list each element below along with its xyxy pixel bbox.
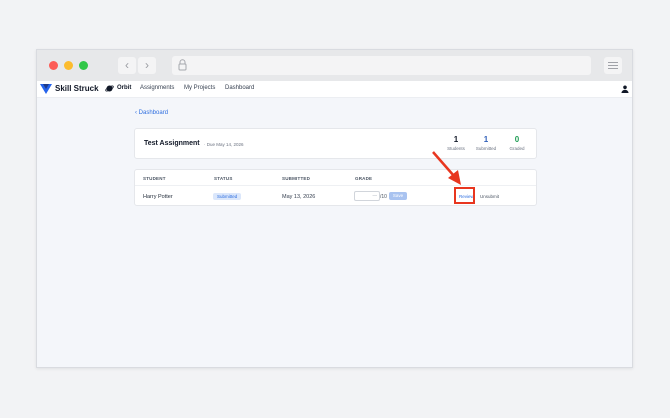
column-header-submitted: SUBMITTED [282,176,311,181]
close-window-button[interactable] [49,61,58,70]
assignment-title: Test Assignment [144,140,200,147]
chevron-right-icon: › [145,58,149,72]
column-header-status: STATUS [214,176,233,181]
nav-link-assignments[interactable]: Assignments [140,85,174,91]
nav-link-my-projects[interactable]: My Projects [184,85,215,91]
stat-submitted-value: 1 [483,135,489,144]
submitted-date: May 13, 2026 [282,194,316,200]
save-grade-button[interactable]: Save [389,192,407,200]
user-icon[interactable] [621,85,629,93]
grade-input[interactable]: — [354,191,380,201]
breadcrumb-dashboard-link[interactable]: Dashboard [139,110,168,116]
orbit-icon [105,85,114,92]
app-navbar: Skill Struck Orbit Assignments My Projec… [37,81,632,98]
browser-menu-button[interactable] [604,57,622,74]
product-name[interactable]: Orbit [117,85,131,91]
annotation-highlight-box [454,187,475,204]
unsubmit-link[interactable]: Unsubmit [480,194,499,199]
browser-forward-button[interactable]: › [138,57,156,74]
stat-submitted-label: Submitted [475,146,497,151]
maximize-window-button[interactable] [79,61,88,70]
stat-students-value: 1 [453,135,459,144]
nav-link-dashboard[interactable]: Dashboard [225,85,254,91]
table-divider [135,185,536,186]
stat-graded: 0 Graded [502,135,532,153]
column-header-student: STUDENT [143,176,166,181]
grade-max: /10 [380,194,387,200]
brand-name[interactable]: Skill Struck [55,84,99,93]
status-badge: Submitted [213,193,242,200]
assignment-due-date: · Due May 14, 2026 [204,142,244,147]
column-header-grade: GRADE [355,176,373,181]
stat-graded-label: Graded [509,146,525,151]
student-name: Harry Potter [143,194,173,200]
stat-students-label: Students [447,146,465,151]
browser-toolbar: ‹ › [37,50,632,81]
minimize-window-button[interactable] [64,61,73,70]
browser-back-button[interactable]: ‹ [118,57,136,74]
address-bar[interactable] [172,56,591,75]
browser-window: ‹ › Skill Struck Orbit Assignments My Pr… [36,49,633,368]
breadcrumb[interactable]: ‹ Dashboard [135,110,168,116]
submissions-table: STUDENT STATUS SUBMITTED GRADE Harry Pot… [134,169,537,206]
assignment-header-card: Test Assignment · Due May 14, 2026 1 Stu… [134,128,537,159]
stat-students: 1 Students [441,135,471,153]
stat-submitted: 1 Submitted [471,135,501,153]
stat-graded-value: 0 [514,135,520,144]
chevron-left-icon: ‹ [125,58,129,72]
lock-icon [178,59,187,71]
skill-struck-logo-icon[interactable] [40,84,52,94]
